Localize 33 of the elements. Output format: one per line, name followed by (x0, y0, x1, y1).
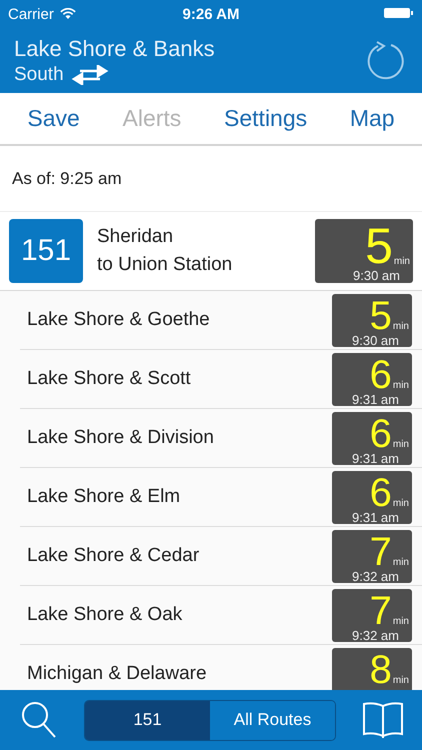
stop-name[interactable]: Lake Shore & Division (20, 427, 214, 449)
arrival-time-box: 7 min 9:32 am (332, 530, 412, 582)
action-button[interactable]: Save (21, 101, 86, 136)
stop-title: Lake Shore & Banks (14, 36, 215, 62)
battery-icon (384, 6, 414, 18)
stop-name[interactable]: Lake Shore & Scott (20, 368, 191, 390)
book-icon[interactable] (362, 700, 404, 740)
arrival-time-box: 7 min 9:32 am (332, 588, 412, 642)
direction-label: South (14, 64, 64, 86)
arrival-time-box: 5 min 9:30 am (332, 294, 412, 346)
route-name: Sheridan (97, 226, 174, 248)
stop-name[interactable]: Lake Shore & Goethe (20, 309, 210, 331)
stop-name[interactable]: Lake Shore & Elm (20, 486, 180, 508)
arrival-time-box: 6 min 9:31 am (332, 352, 412, 406)
refresh-icon[interactable] (366, 40, 406, 80)
action-button[interactable]: Settings (218, 101, 314, 136)
arrival-time-box: 6 min 9:31 am (332, 412, 412, 464)
segment-tab[interactable]: 151 (85, 700, 210, 740)
arrival-time-box: 5 min 9:30 am (315, 219, 413, 283)
stop-name[interactable]: Michigan & Delaware (20, 663, 207, 685)
carrier-name: Carrier (8, 6, 54, 22)
arrival-time-box: 8 min (332, 648, 412, 690)
route-number-badge: 151 (9, 219, 83, 283)
clock-time: 9:26 AM (182, 6, 240, 22)
arrival-time-box: 6 min 9:31 am (332, 470, 412, 524)
wifi-icon (60, 8, 76, 20)
route-destination: to Union Station (97, 254, 234, 276)
updated-time: As of: 9:25 am (12, 168, 122, 188)
search-icon[interactable] (20, 700, 58, 740)
swap-arrows-icon[interactable] (70, 64, 110, 84)
stop-name[interactable]: Lake Shore & Cedar (20, 545, 200, 567)
stop-name[interactable]: Lake Shore & Oak (20, 604, 182, 626)
action-button[interactable]: Map (344, 101, 401, 136)
